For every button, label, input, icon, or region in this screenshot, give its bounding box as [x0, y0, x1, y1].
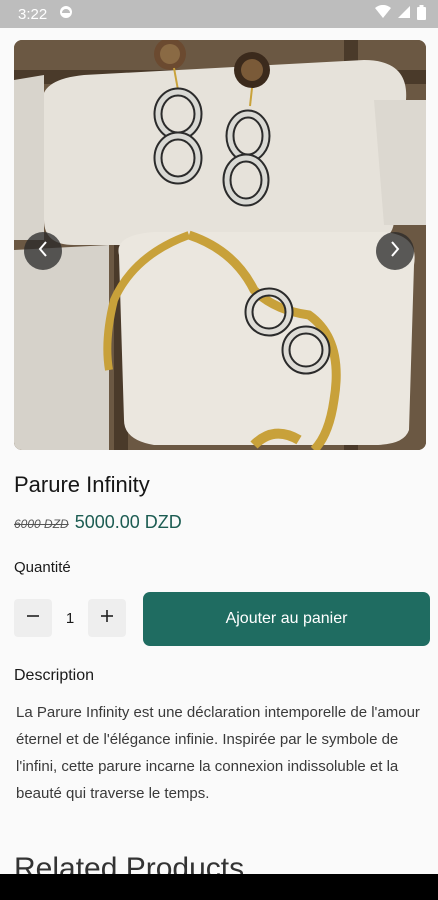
battery-icon — [417, 4, 426, 24]
status-bar: 3:22 — [0, 0, 438, 28]
minus-icon — [26, 609, 40, 628]
quantity-stepper: 1 — [14, 599, 126, 637]
price-row: 6000 DZD 5000.00 DZD — [14, 512, 182, 533]
decrement-button[interactable] — [14, 599, 52, 637]
next-image-button[interactable] — [376, 232, 414, 270]
signal-icon — [397, 5, 411, 23]
related-products-title: Related Products — [14, 852, 245, 874]
earrings-bracelet-photo — [14, 40, 426, 450]
quantity-label: Quantité — [14, 559, 71, 576]
plus-icon — [100, 609, 114, 628]
add-to-cart-button[interactable]: Ajouter au panier — [143, 592, 430, 646]
quantity-value: 1 — [65, 609, 75, 627]
increment-button[interactable] — [88, 599, 126, 637]
old-price: 6000 DZD — [14, 517, 69, 531]
current-price: 5000.00 DZD — [74, 512, 182, 532]
description-title: Description — [14, 667, 95, 684]
system-navigation-bar — [0, 874, 438, 900]
product-title: Parure Infinity — [14, 472, 150, 497]
status-time: 3:22 — [18, 5, 48, 23]
description-text: La Parure Infinity est une déclaration i… — [16, 704, 420, 802]
chevron-left-icon — [37, 240, 49, 263]
circle-icon — [59, 5, 73, 23]
wifi-icon — [375, 4, 391, 23]
product-page: Parure Infinity 6000 DZD 5000.00 DZD Qua… — [0, 28, 438, 874]
previous-image-button[interactable] — [24, 232, 62, 270]
chevron-right-icon — [389, 240, 401, 263]
product-image-gallery[interactable] — [14, 40, 426, 450]
